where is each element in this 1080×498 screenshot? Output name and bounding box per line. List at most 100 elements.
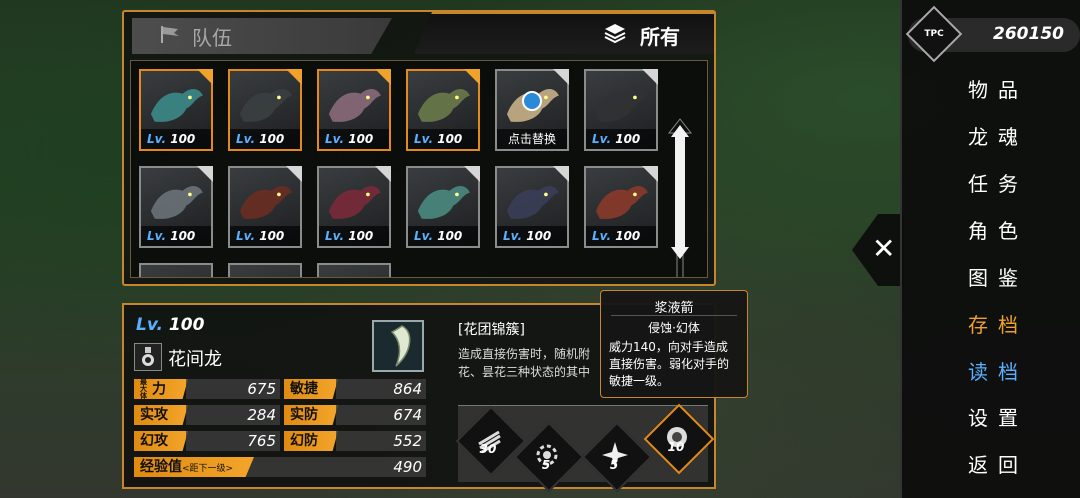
held-item-slot[interactable] [372, 320, 424, 372]
card-level-value: 100 [259, 132, 285, 146]
dragon-portrait [501, 174, 563, 226]
card-level-value: 100 [437, 132, 463, 146]
layers-icon [604, 22, 626, 50]
menu-item-tasks[interactable]: 任务 [968, 168, 1028, 197]
dragon-portrait [234, 174, 296, 226]
menu-item-back[interactable]: 返回 [968, 449, 1028, 478]
dragon-portrait [234, 77, 296, 129]
stat-row-magic-attack: 幻攻 765 [134, 431, 284, 451]
dragon-card[interactable]: Lv. 100 [495, 166, 569, 248]
stat-label-hp-small: 最大体 [140, 378, 147, 400]
tab-team[interactable]: 队伍 [132, 18, 392, 54]
dragon-portrait [590, 77, 652, 129]
skill-slot-4[interactable] [643, 403, 715, 475]
dragon-portrait [412, 174, 474, 226]
scrollbar[interactable] [667, 117, 693, 277]
dragon-card-partial[interactable] [228, 263, 302, 277]
dragon-card[interactable]: Lv. 100 [317, 166, 391, 248]
currency-display: TPC 260150 [905, 5, 1080, 63]
skill-slot-2[interactable] [513, 421, 585, 493]
stat-value-agility: 864 [336, 379, 426, 399]
card-level: Lv. 100 [230, 129, 300, 149]
card-level-value: 100 [170, 132, 196, 146]
swap-label: 点击替换 [497, 129, 567, 149]
card-level-prefix: Lv. [414, 132, 438, 146]
stat-value-physical-attack: 284 [186, 405, 280, 425]
card-level-value: 100 [170, 229, 196, 243]
skill-tooltip: 浆液箭 侵蚀·幻体 威力140，向对手造成直接伤害。弱化对手的敏捷一级。 [600, 290, 748, 398]
stat-value-magic-attack: 765 [186, 431, 280, 451]
skill-description: 造成直接伤害时，随机附 花、昙花三种状态的其中 [458, 347, 591, 379]
stat-label-physical-attack: 实攻 [134, 405, 188, 425]
dragon-portrait [323, 174, 385, 226]
stat-row-agility: 敏捷 864 [284, 379, 426, 399]
card-level: Lv. 100 [408, 226, 478, 246]
menu-item-character[interactable]: 角色 [968, 215, 1028, 244]
skill-slot-1[interactable] [455, 405, 527, 477]
card-level-prefix: Lv. [592, 132, 616, 146]
card-level-prefix: Lv. [325, 132, 349, 146]
dragon-card[interactable]: Lv. 100 [139, 69, 213, 151]
dragon-name: 花间龙 [168, 349, 222, 370]
stat-label-agility: 敏捷 [284, 379, 338, 399]
card-level: Lv. 100 [141, 129, 211, 149]
menu-item-load[interactable]: 读档 [968, 356, 1028, 385]
dragon-portrait [590, 174, 652, 226]
dragon-portrait [145, 77, 207, 129]
menu-item-codex[interactable]: 图鉴 [968, 262, 1028, 291]
stat-label-magic-attack: 幻攻 [134, 431, 188, 451]
dragon-card[interactable]: Lv. 100 [228, 69, 302, 151]
card-level-value: 100 [348, 229, 374, 243]
dragon-portrait [412, 77, 474, 129]
card-level: Lv. 100 [319, 129, 389, 149]
card-level-prefix: Lv. [414, 229, 438, 243]
menu-item-save[interactable]: 存档 [968, 309, 1028, 338]
dragon-portrait [323, 77, 385, 129]
card-level-value: 100 [437, 229, 463, 243]
dragon-card[interactable]: 点击替换 [495, 69, 569, 151]
tpc-icon-label: TPC [924, 29, 944, 39]
card-level-value: 100 [615, 132, 641, 146]
card-level-prefix: Lv. [236, 229, 260, 243]
dragon-card[interactable]: Lv. 100 [317, 69, 391, 151]
tab-all[interactable]: 所有 [414, 12, 714, 54]
stat-value-hp: 675 [186, 379, 280, 399]
tab-team-label: 队伍 [192, 25, 232, 50]
stat-row-hp: 最大体力 675 [134, 379, 284, 399]
menu-item-dragon-soul[interactable]: 龙魂 [968, 121, 1028, 150]
stat-label-magic-defense: 幻防 [284, 431, 338, 451]
skill-slot-3[interactable] [581, 421, 653, 493]
card-level-prefix: Lv. [236, 132, 260, 146]
close-icon[interactable]: ✕ [872, 232, 895, 265]
dragon-card-partial[interactable] [317, 263, 391, 277]
exp-row: 490 经验值<距下一级> [134, 457, 426, 477]
dragon-card[interactable]: Lv. 100 [406, 69, 480, 151]
stat-label-hp: 最大体力 [134, 379, 188, 399]
exp-label: 经验值<距下一级> [134, 457, 254, 477]
stat-value-physical-defense: 674 [336, 405, 426, 425]
currency-value: 260150 [993, 24, 1064, 44]
stat-label-physical-defense: 实防 [284, 405, 338, 425]
card-level: Lv. 100 [141, 226, 211, 246]
menu-item-settings[interactable]: 设置 [968, 402, 1028, 431]
menu-item-items[interactable]: 物品 [968, 74, 1028, 103]
card-level: Lv. 100 [497, 226, 567, 246]
dragon-portrait [145, 174, 207, 226]
dragon-card[interactable]: Lv. 100 [139, 166, 213, 248]
stat-value-magic-defense: 552 [336, 431, 426, 451]
dragon-list-panel: 队伍 所有 Lv. 100 Lv. 100 Lv. 100 Lv. 100 点击替换 Lv… [122, 10, 716, 286]
element-icon [134, 343, 162, 371]
dragon-card[interactable]: Lv. 100 [584, 166, 658, 248]
dragon-card-partial[interactable] [139, 263, 213, 277]
skill-count-3: 5 [609, 458, 619, 472]
tooltip-type: 侵蚀·幻体 [648, 321, 700, 335]
skill-slots: 30 5 5 10 [455, 403, 715, 493]
card-level-prefix: Lv. [325, 229, 349, 243]
dragon-card[interactable]: Lv. 100 [228, 166, 302, 248]
exp-note: <距下一级> [182, 464, 234, 474]
dragon-card[interactable]: Lv. 100 [406, 166, 480, 248]
level-prefix: Lv. [136, 315, 163, 335]
card-level-value: 100 [615, 229, 641, 243]
card-level-value: 100 [526, 229, 552, 243]
dragon-card[interactable]: Lv. 100 [584, 69, 658, 151]
